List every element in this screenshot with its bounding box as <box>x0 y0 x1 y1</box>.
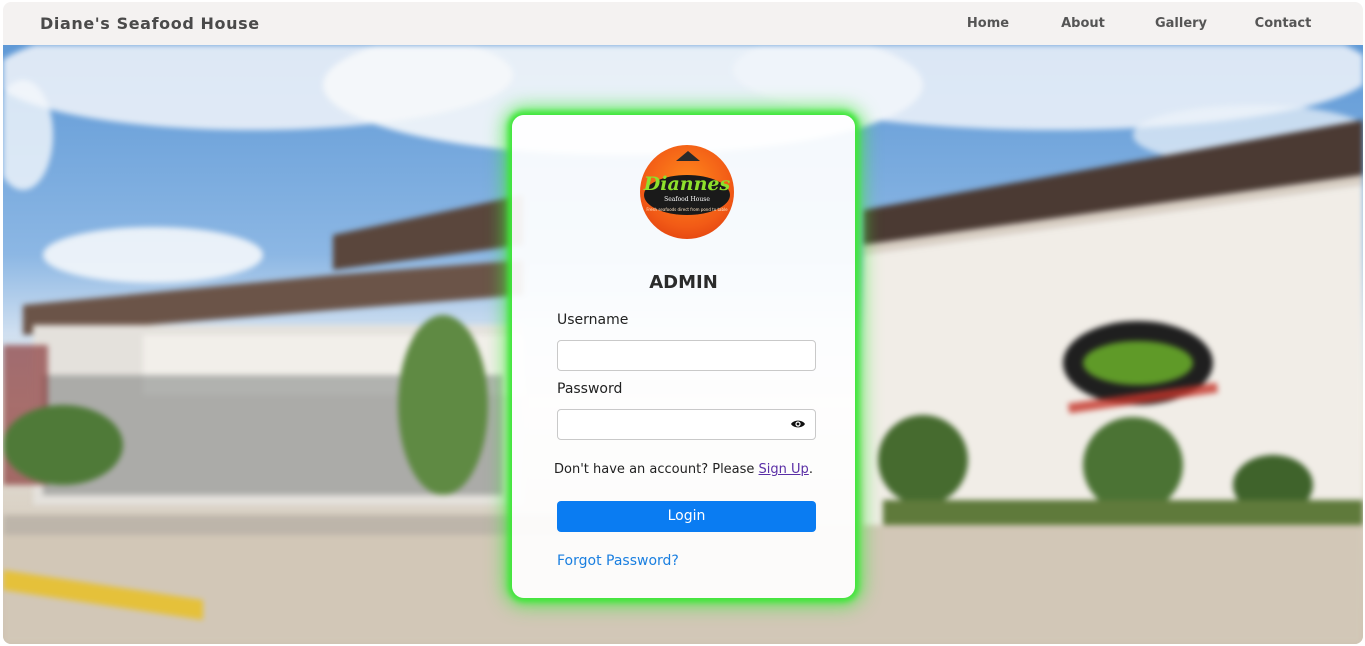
username-label: Username <box>557 312 629 328</box>
forgot-password-link[interactable]: Forgot Password? <box>557 553 679 569</box>
restaurant-logo: Diannes Seafood House Fresh seafoods dir… <box>640 145 734 239</box>
nav-home[interactable]: Home <box>958 16 1018 31</box>
nav-contact[interactable]: Contact <box>1253 16 1313 31</box>
login-button[interactable]: Login <box>557 501 816 532</box>
logo-subtext: Seafood House <box>664 196 710 203</box>
username-input[interactable] <box>557 340 816 371</box>
logo-roof-icon <box>676 151 700 161</box>
password-input[interactable] <box>557 409 816 440</box>
brand-title[interactable]: Diane's Seafood House <box>40 14 260 33</box>
signup-suffix: . <box>808 462 813 477</box>
login-title: ADMIN <box>649 272 718 293</box>
nav-gallery[interactable]: Gallery <box>1151 16 1211 31</box>
eye-icon[interactable] <box>790 418 806 430</box>
nav-about[interactable]: About <box>1053 16 1113 31</box>
navbar: Diane's Seafood House Home About Gallery… <box>3 2 1363 45</box>
logo-script-text: Diannes <box>643 173 731 195</box>
signup-prompt: Don't have an account? Please Sign Up. <box>512 462 855 477</box>
signup-prefix: Don't have an account? Please <box>554 462 759 477</box>
signup-link[interactable]: Sign Up <box>759 462 809 477</box>
logo-tagline: Fresh seafoods direct from pond to table <box>646 207 728 212</box>
page-frame: Diane's Seafood House Home About Gallery… <box>3 2 1363 644</box>
login-card: Diannes Seafood House Fresh seafoods dir… <box>512 115 855 598</box>
nav-links: Home About Gallery Contact <box>958 16 1313 31</box>
password-label: Password <box>557 381 623 397</box>
